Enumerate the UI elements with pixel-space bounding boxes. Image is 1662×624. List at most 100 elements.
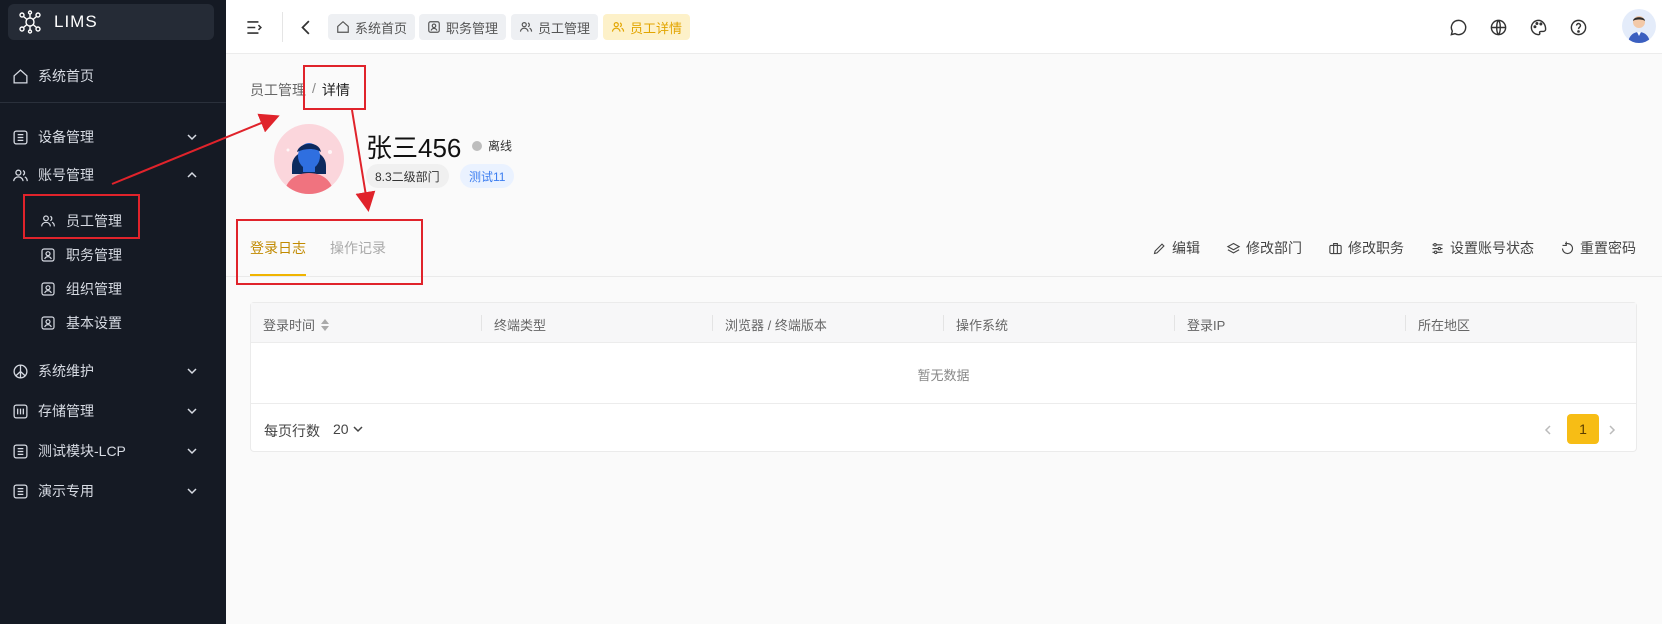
menu-collapse-icon[interactable]	[244, 17, 264, 37]
peace-icon	[11, 362, 29, 380]
column-header-browser: 浏览器 / 终端版本	[725, 315, 827, 334]
sort-icon[interactable]	[321, 318, 330, 331]
users-icon	[11, 166, 29, 184]
users-icon	[611, 22, 625, 32]
rows-per-page-label: 每页行数	[264, 423, 320, 439]
sidebar-sub-item-label: 组织管理	[66, 281, 122, 297]
users-icon	[519, 22, 533, 32]
chevron-up-icon	[187, 171, 197, 178]
list-box-icon	[11, 442, 29, 460]
column-label: 登录IP	[1187, 318, 1226, 333]
column-label: 终端类型	[494, 318, 547, 333]
sidebar-divider	[0, 102, 226, 103]
tab-label: 员工详情	[630, 20, 683, 36]
chevron-down-icon	[353, 426, 363, 433]
breadcrumb-parent[interactable]: 员工管理	[250, 80, 306, 100]
sidebar-item-account[interactable]: 账号管理	[0, 157, 226, 193]
column-divider	[712, 315, 713, 331]
sidebar-sub-item-organization[interactable]: 组织管理	[0, 274, 226, 304]
sidebar-item-label: 设备管理	[38, 129, 94, 145]
sidebar-item-maintenance[interactable]: 系统维护	[0, 353, 226, 389]
status-text: 离线	[488, 139, 513, 153]
id-badge-icon	[428, 21, 440, 33]
column-label: 浏览器 / 终端版本	[725, 318, 827, 333]
tab-position-management[interactable]: 职务管理	[419, 14, 507, 40]
user-avatar[interactable]	[1622, 9, 1656, 43]
sliders-icon	[1432, 242, 1443, 254]
id-badge-icon	[39, 246, 57, 264]
app-logo[interactable]: LIMS	[8, 4, 214, 40]
layers-icon	[1226, 242, 1241, 254]
sidebar-sub-item-label: 基本设置	[66, 315, 122, 331]
offline-dot-icon	[472, 140, 482, 151]
status-badge: 离线	[472, 137, 512, 154]
employee-name: 张三456	[366, 133, 462, 163]
home-icon	[11, 67, 29, 85]
next-page-icon[interactable]	[1605, 423, 1619, 437]
sidebar-item-storage[interactable]: 存储管理	[0, 393, 226, 429]
edit-button[interactable]: 编辑	[1152, 238, 1200, 258]
change-position-button[interactable]: 修改职务	[1328, 238, 1404, 258]
department-badge: 8.3二级部门	[366, 164, 449, 188]
annotation-box-employee-menu	[23, 194, 140, 239]
sidebar-item-label: 演示专用	[38, 483, 94, 499]
tabs-divider	[226, 276, 1662, 277]
chevron-down-icon	[187, 488, 197, 495]
chevron-down-icon	[187, 448, 197, 455]
column-label: 所在地区	[1418, 318, 1471, 333]
empty-state-text: 暂无数据	[917, 368, 970, 383]
sidebar-item-test-module[interactable]: 测试模块-LCP	[0, 433, 226, 469]
topbar: 系统首页 职务管理 员工管理 员工详情	[226, 0, 1662, 54]
sidebar-sub-item-position[interactable]: 职务管理	[0, 240, 226, 270]
tab-label: 员工管理	[538, 20, 591, 36]
column-divider	[1405, 315, 1406, 331]
column-header-terminal-type: 终端类型	[494, 315, 546, 334]
tab-employee-management[interactable]: 员工管理	[511, 14, 599, 40]
column-divider	[1174, 315, 1175, 331]
change-department-button[interactable]: 修改部门	[1226, 238, 1302, 258]
column-header-login-time[interactable]: 登录时间	[263, 315, 330, 334]
tab-label: 系统首页	[355, 20, 408, 36]
sidebar: LIMS 系统首页 设备管理 账号管理 员工管理 职务管理 组织管理 基本设置 …	[0, 0, 226, 624]
annotation-box-breadcrumb	[303, 65, 366, 110]
sidebar-item-demo[interactable]: 演示专用	[0, 473, 226, 509]
action-label: 设置账号状态	[1450, 240, 1534, 256]
column-header-os: 操作系统	[956, 315, 1008, 334]
reset-password-button[interactable]: 重置密码	[1560, 238, 1636, 258]
chevron-down-icon	[187, 408, 197, 415]
palette-icon[interactable]	[1528, 17, 1548, 37]
column-header-login-ip: 登录IP	[1187, 315, 1225, 334]
topbar-divider	[282, 12, 283, 42]
message-icon[interactable]	[1448, 17, 1468, 37]
help-icon[interactable]	[1568, 17, 1588, 37]
sidebar-item-label: 测试模块-LCP	[38, 443, 126, 459]
set-account-status-button[interactable]: 设置账号状态	[1430, 238, 1534, 258]
tab-home[interactable]: 系统首页	[328, 14, 416, 40]
column-divider	[481, 315, 482, 331]
sidebar-sub-item-basic-settings[interactable]: 基本设置	[0, 308, 226, 338]
column-label: 操作系统	[956, 318, 1009, 333]
table-header: 登录时间 终端类型 浏览器 / 终端版本 操作系统 登录IP 所在地区	[251, 303, 1636, 343]
chevron-down-icon	[187, 368, 197, 375]
chevron-down-icon	[187, 134, 197, 141]
rows-per-page-value: 20	[333, 421, 349, 437]
list-box-icon	[11, 482, 29, 500]
sidebar-item-home[interactable]: 系统首页	[0, 58, 226, 94]
action-label: 修改部门	[1246, 240, 1302, 256]
tab-employee-detail[interactable]: 员工详情	[603, 14, 691, 40]
action-label: 修改职务	[1348, 240, 1404, 256]
prev-page-icon[interactable]	[1541, 423, 1555, 437]
current-page-button[interactable]: 1	[1567, 414, 1599, 444]
tab-label: 职务管理	[446, 20, 499, 36]
action-label: 编辑	[1172, 240, 1200, 256]
action-label: 重置密码	[1580, 240, 1636, 256]
sidebar-item-device[interactable]: 设备管理	[0, 119, 226, 155]
storage-icon	[11, 402, 29, 420]
home-icon	[337, 20, 349, 33]
globe-icon[interactable]	[1488, 17, 1508, 37]
rows-per-page-select[interactable]: 20	[333, 421, 364, 437]
back-chevron-icon[interactable]	[296, 17, 316, 37]
sidebar-item-label: 系统首页	[38, 68, 94, 84]
sidebar-item-label: 账号管理	[38, 167, 94, 183]
list-box-icon	[11, 128, 29, 146]
